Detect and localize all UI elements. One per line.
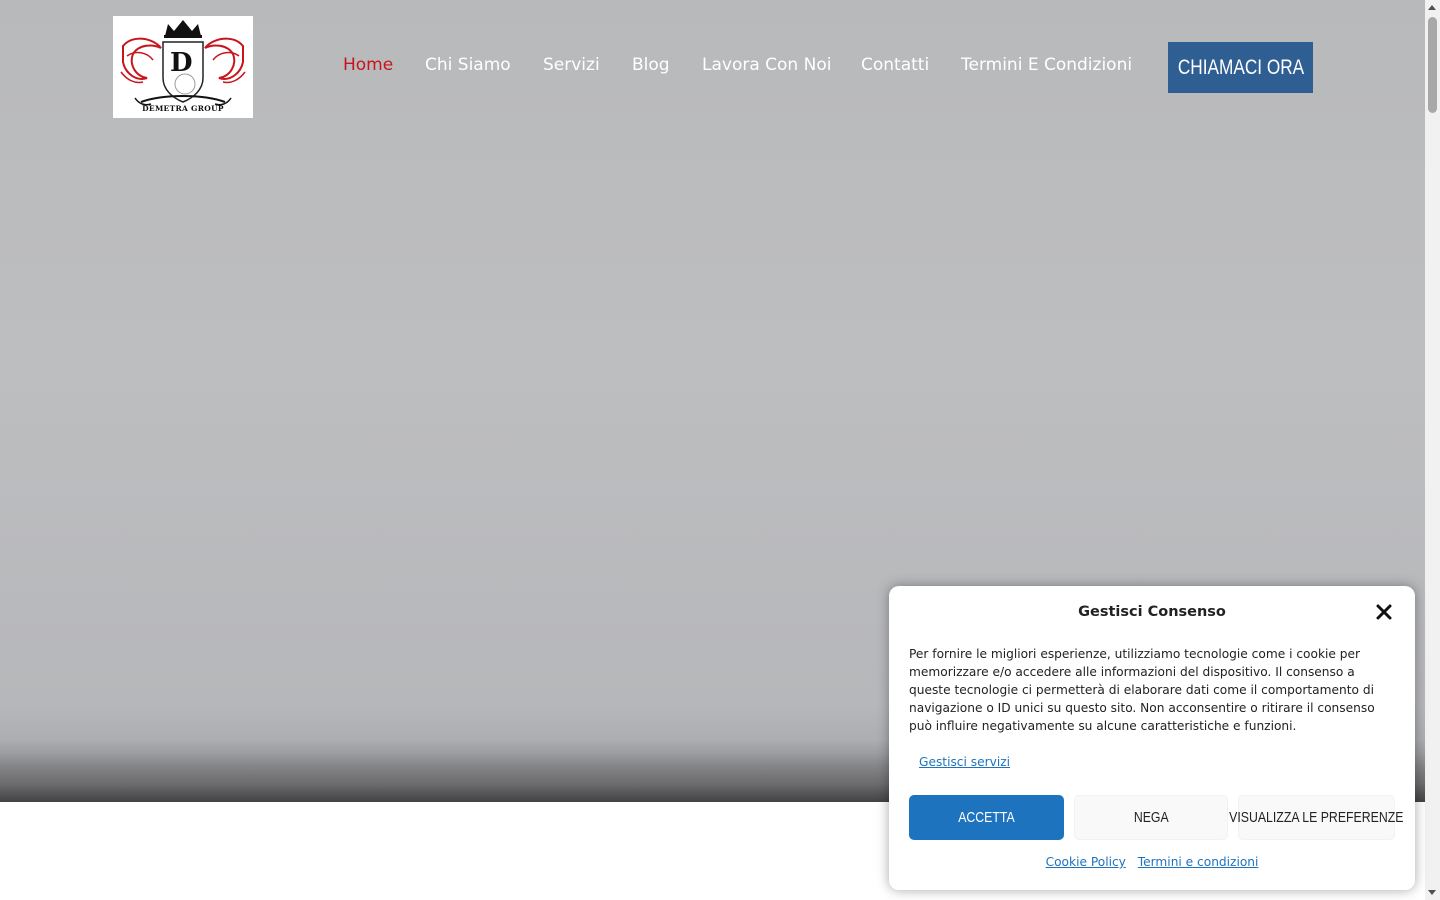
nav-item-lavora-con-noi[interactable]: Lavora Con Noi — [702, 55, 831, 75]
accept-button[interactable]: ACCETTA — [909, 795, 1064, 840]
view-preferences-button[interactable]: VISUALIZZA LE PREFERENZE — [1229, 795, 1404, 840]
deny-button[interactable]: NEGA — [1074, 795, 1228, 840]
consent-links: Cookie Policy Termini e condizioni — [889, 855, 1415, 869]
cookie-consent-dialog: Gestisci Consenso Per fornire le miglior… — [889, 586, 1415, 890]
scroll-up-icon[interactable] — [1428, 5, 1436, 10]
nav-item-contatti[interactable]: Contatti — [861, 55, 929, 75]
view-preferences-label: VISUALIZZA LE PREFERENZE — [1229, 809, 1404, 826]
call-now-button[interactable]: CHIAMACI ORA — [1168, 42, 1313, 93]
consent-message: Per fornire le migliori esperienze, util… — [909, 647, 1375, 733]
close-icon[interactable] — [1374, 602, 1394, 622]
nav-item-termini[interactable]: Termini E Condizioni — [961, 55, 1132, 75]
terms-link[interactable]: Termini e condizioni — [1138, 855, 1259, 869]
manage-services-link[interactable]: Gestisci servizi — [919, 755, 1010, 769]
call-now-label: CHIAMACI ORA — [1177, 55, 1304, 79]
nav-item-home[interactable]: Home — [343, 55, 393, 75]
site-logo[interactable]: D DEMETRA GROUP — [113, 16, 253, 118]
nav-item-blog[interactable]: Blog — [632, 55, 670, 75]
nav-item-chi-siamo[interactable]: Chi Siamo — [425, 55, 511, 75]
scroll-thumb[interactable] — [1428, 17, 1437, 113]
logo-monogram: D — [170, 48, 193, 78]
logo-wordmark: DEMETRA GROUP — [142, 104, 224, 113]
deny-button-label: NEGA — [1133, 809, 1169, 826]
page-scrollbar[interactable] — [1425, 0, 1440, 900]
accept-button-label: ACCETTA — [958, 809, 1015, 826]
scroll-down-icon[interactable] — [1428, 890, 1436, 895]
consent-title: Gestisci Consenso — [1078, 604, 1226, 620]
cookie-policy-link[interactable]: Cookie Policy — [1046, 855, 1126, 869]
nav-item-servizi[interactable]: Servizi — [543, 55, 600, 75]
